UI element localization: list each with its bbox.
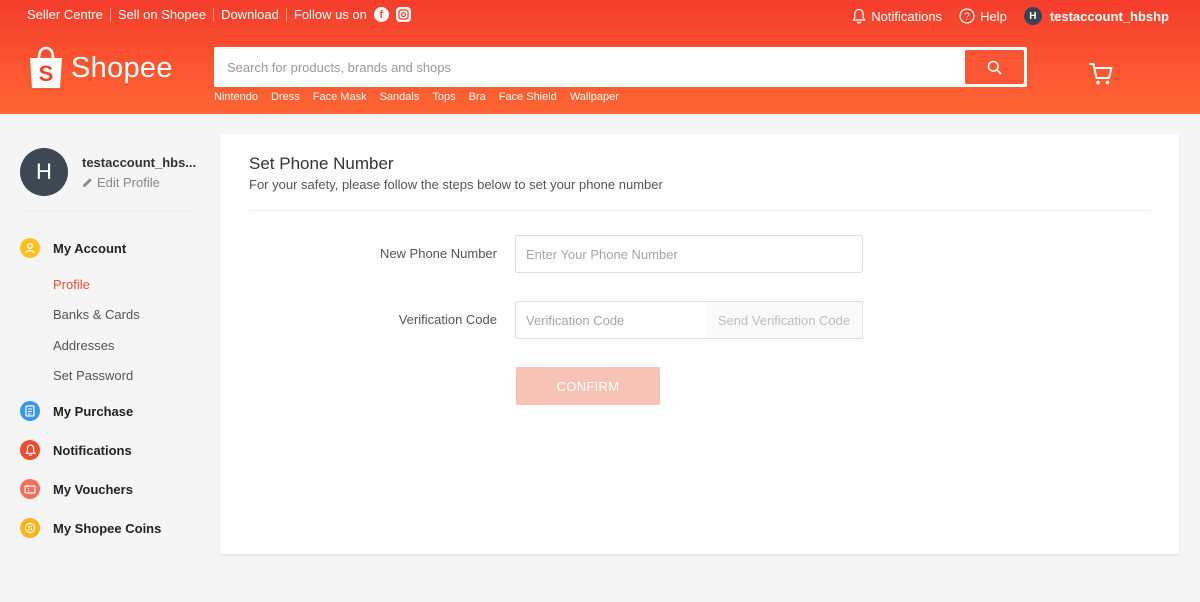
set-phone-card: Set Phone Number For your safety, please…: [220, 134, 1179, 554]
sidebar-item-label: My Purchase: [53, 403, 134, 419]
search-suggestions: Nintendo Dress Face Mask Sandals Tops Br…: [214, 91, 632, 103]
help-icon: ?: [959, 8, 975, 24]
suggestion-link[interactable]: Dress: [271, 91, 300, 103]
page-subtitle: For your safety, please follow the steps…: [249, 177, 663, 192]
divider: [109, 7, 111, 22]
logo-text: Shopee: [71, 51, 173, 84]
coin-icon: S: [20, 518, 40, 538]
sidebar-item-label: My Account: [53, 240, 127, 256]
search-button[interactable]: [965, 50, 1024, 84]
instagram-icon[interactable]: [395, 7, 411, 22]
phone-number-input[interactable]: [515, 235, 863, 273]
bell-icon: [852, 8, 866, 24]
sidebar-item-banks-cards[interactable]: Banks & Cards: [53, 307, 140, 322]
account-menu[interactable]: H testaccount_hbshp: [1023, 7, 1169, 25]
download-link[interactable]: Download: [221, 7, 279, 22]
avatar[interactable]: H: [20, 148, 68, 196]
notifications-link[interactable]: Notifications: [852, 8, 942, 24]
sidebar-item-my-shopee-coins[interactable]: S My Shopee Coins: [20, 518, 161, 538]
notifications-label: Notifications: [871, 8, 943, 24]
shopee-logo[interactable]: S Shopee: [27, 46, 173, 90]
search-bar: [214, 47, 1027, 87]
facebook-icon[interactable]: f: [373, 7, 389, 22]
shopping-bag-logo-icon: S: [30, 46, 62, 88]
divider: [249, 210, 1150, 211]
verification-code-label: Verification Code: [398, 312, 497, 327]
suggestion-link[interactable]: Nintendo: [214, 91, 258, 103]
account-username: testaccount_hbshp: [1049, 8, 1169, 24]
sidebar-user-box: H testaccount_hbs... Edit Profile: [20, 148, 196, 212]
suggestion-link[interactable]: Face Mask: [313, 91, 367, 103]
divider: [285, 7, 287, 22]
seller-centre-link[interactable]: Seller Centre: [27, 7, 103, 22]
sidebar-item-label: My Vouchers: [53, 481, 133, 497]
voucher-icon: [20, 479, 40, 499]
clipboard-icon: [20, 401, 40, 421]
search-input[interactable]: [214, 47, 964, 87]
top-left-links: Seller Centre Sell on Shopee Download Fo…: [27, 7, 411, 22]
avatar: H: [1023, 7, 1042, 25]
sidebar-item-label: Notifications: [53, 442, 132, 458]
user-icon: [20, 238, 40, 258]
suggestion-link[interactable]: Sandals: [380, 91, 420, 103]
sidebar-item-label: My Shopee Coins: [53, 520, 162, 536]
search-icon: [987, 60, 1002, 74]
sidebar-item-profile[interactable]: Profile: [53, 277, 90, 292]
verification-code-input[interactable]: [515, 301, 707, 339]
svg-text:S: S: [28, 526, 33, 533]
help-label: Help: [980, 8, 1007, 24]
suggestion-link[interactable]: Tops: [432, 91, 455, 103]
sidebar-item-notifications[interactable]: Notifications: [20, 440, 132, 460]
suggestion-link[interactable]: Wallpaper: [570, 91, 619, 103]
sidebar-username: testaccount_hbs...: [82, 155, 197, 170]
edit-profile-link[interactable]: Edit Profile: [82, 175, 160, 190]
help-link[interactable]: ? Help: [959, 8, 1007, 24]
pencil-icon: [82, 178, 92, 188]
cart-icon: [1089, 63, 1113, 85]
divider: [213, 7, 215, 22]
follow-us-label: Follow us on: [293, 7, 367, 22]
top-navbar: Seller Centre Sell on Shopee Download Fo…: [0, 0, 1200, 32]
top-right-links: Notifications ? Help H testaccount_hbshp: [835, 7, 1169, 25]
sidebar-item-my-vouchers[interactable]: My Vouchers: [20, 479, 133, 499]
send-verification-code-button[interactable]: Send Verification Code: [706, 301, 863, 339]
sidebar-item-my-account[interactable]: My Account: [20, 238, 126, 258]
logo-bag-letter: S: [39, 61, 54, 86]
page-title: Set Phone Number: [249, 154, 394, 173]
bell-icon: [20, 440, 40, 460]
suggestion-link[interactable]: Face Shield: [499, 91, 557, 103]
sidebar-item-my-purchase[interactable]: My Purchase: [20, 401, 133, 421]
cart-button[interactable]: [1088, 61, 1114, 92]
sidebar-item-set-password[interactable]: Set Password: [53, 368, 133, 383]
site-header: Seller Centre Sell on Shopee Download Fo…: [0, 0, 1200, 114]
sidebar-item-addresses[interactable]: Addresses: [53, 338, 114, 353]
edit-profile-label: Edit Profile: [97, 175, 160, 190]
suggestion-link[interactable]: Bra: [469, 91, 486, 103]
confirm-button[interactable]: CONFIRM: [516, 367, 660, 405]
sell-on-shopee-link[interactable]: Sell on Shopee: [118, 7, 206, 22]
svg-text:?: ?: [964, 12, 970, 23]
phone-number-label: New Phone Number: [379, 246, 497, 261]
